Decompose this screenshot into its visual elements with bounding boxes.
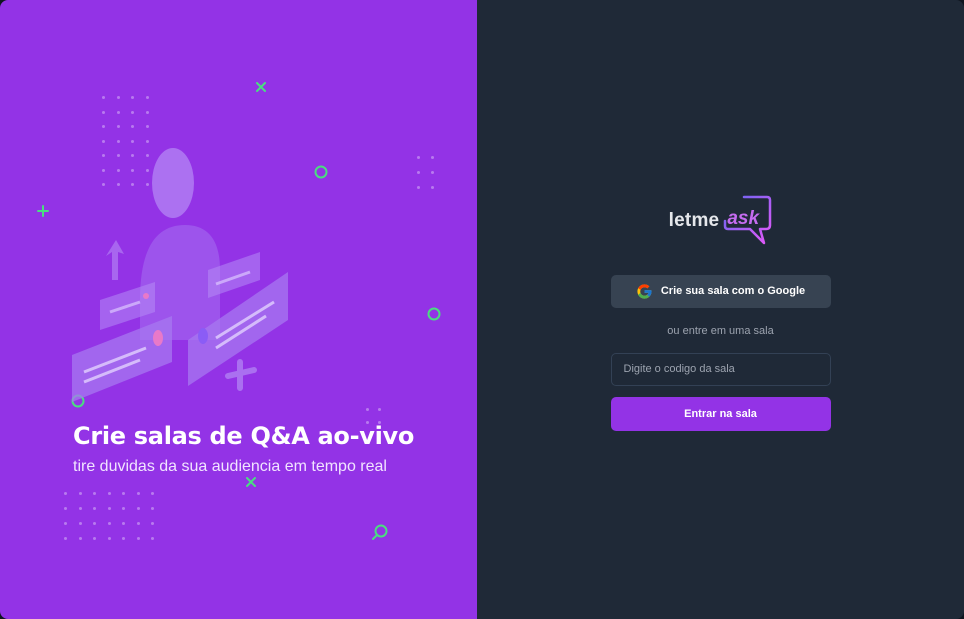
plus-icon	[37, 205, 49, 217]
auth-form: letme ask Crie sua sala com o Google ou …	[610, 195, 831, 431]
room-code-input[interactable]	[610, 352, 831, 386]
auth-panel: letme ask Crie sua sala com o Google ou …	[477, 0, 964, 619]
enter-room-label: Entrar na sala	[684, 407, 757, 420]
logo-ask: ask	[722, 195, 772, 247]
hero-title: Crie salas de Q&A ao-vivo	[73, 422, 415, 450]
logo-text-letme: letme	[668, 209, 720, 231]
hero-aside: Crie salas de Q&A ao-vivo tire duvidas d…	[0, 0, 477, 619]
decor-dot-grid-right	[417, 156, 445, 189]
app-window: Crie salas de Q&A ao-vivo tire duvidas d…	[0, 0, 964, 619]
circle-icon	[427, 307, 441, 321]
decor-dot-grid-bottom	[64, 492, 166, 540]
app-logo: letme ask	[669, 195, 773, 247]
enter-room-button[interactable]: Entrar na sala	[610, 396, 831, 431]
logo-text-ask: ask	[727, 207, 760, 229]
close-icon	[246, 477, 256, 487]
qa-illustration	[72, 148, 288, 402]
close-icon	[256, 82, 266, 92]
hero-subtitle: tire duvidas da sua audiencia em tempo r…	[73, 458, 387, 475]
google-icon	[637, 283, 652, 299]
google-signin-button[interactable]: Crie sua sala com o Google	[610, 274, 831, 308]
separator-text: ou entre em uma sala	[667, 324, 774, 337]
search-icon	[372, 524, 388, 540]
google-signin-label: Crie sua sala com o Google	[660, 285, 806, 297]
